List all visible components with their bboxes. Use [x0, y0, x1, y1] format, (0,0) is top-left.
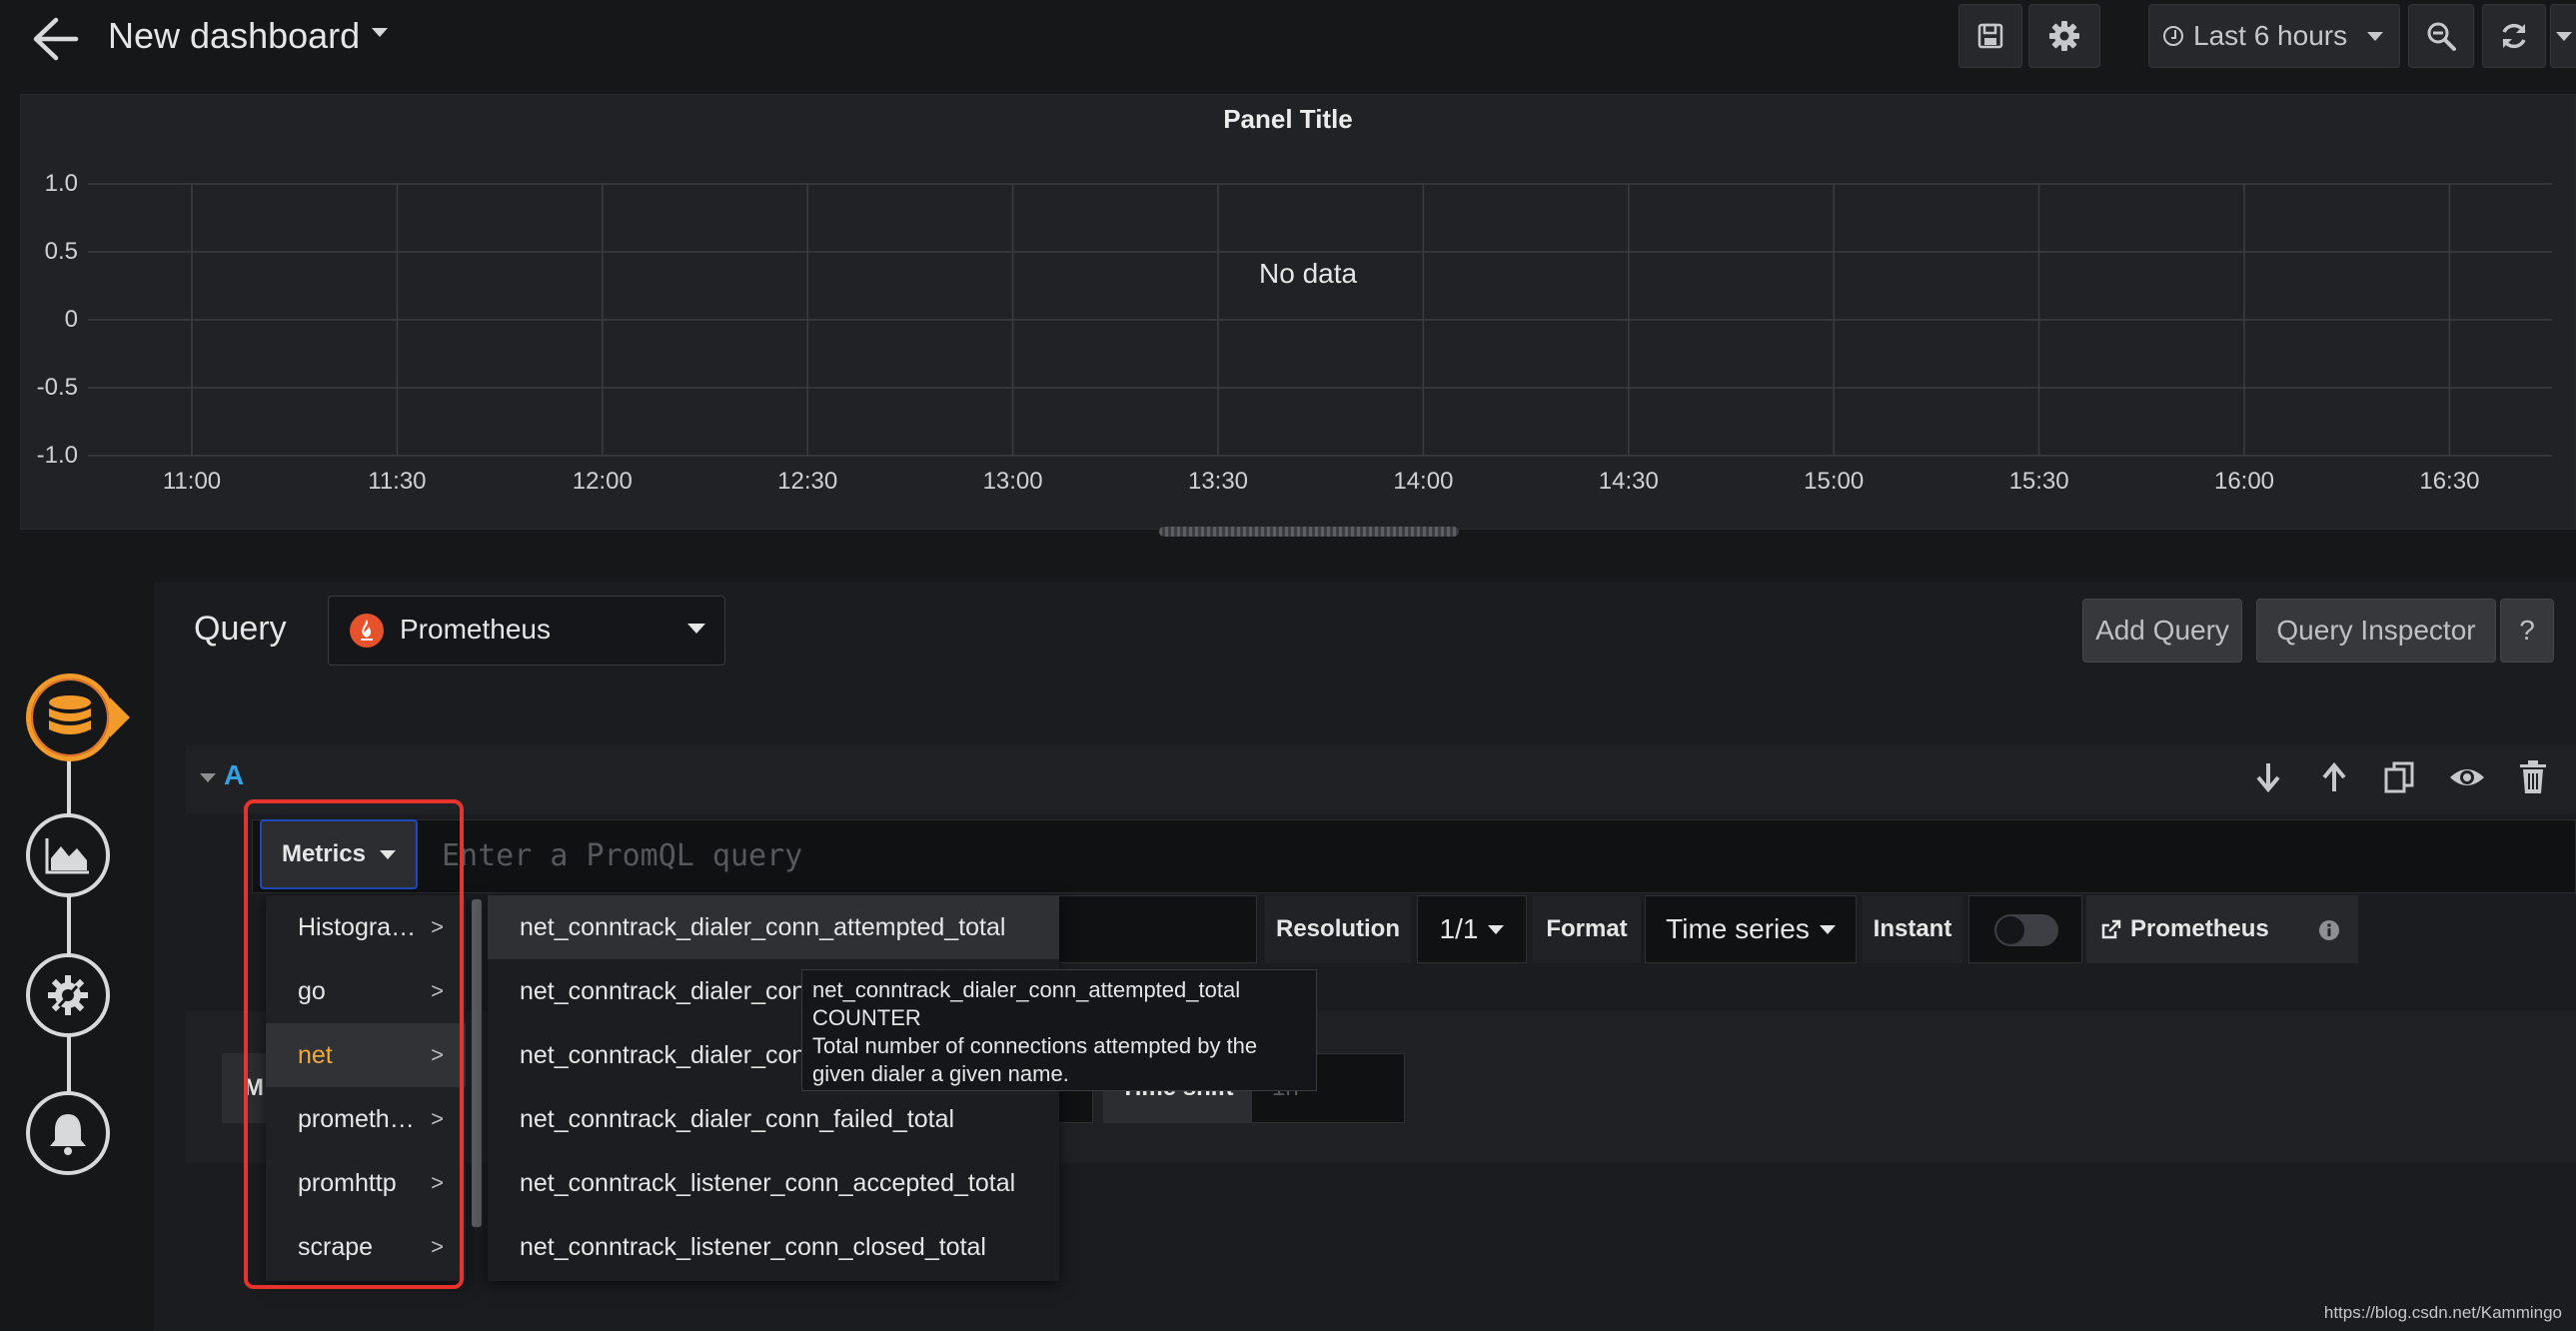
x-tick-label: 15:00 — [1804, 468, 1865, 495]
x-tick-label: 12:30 — [777, 468, 838, 495]
duplicate-icon[interactable] — [2382, 759, 2418, 795]
query-row-header — [186, 745, 2576, 813]
y-tick-label: -0.5 — [36, 374, 78, 401]
x-tick-label: 11:00 — [162, 468, 222, 495]
bell-icon — [50, 1114, 86, 1155]
highlight-annotation-box — [244, 799, 464, 1289]
database-icon — [49, 695, 91, 734]
metric-name: net_conntrack_dialer_conn — [520, 1040, 820, 1069]
instant-toggle-knob — [1996, 916, 2024, 944]
format-caret-icon — [1819, 924, 1836, 934]
prometheus-link-label: Prometheus — [2130, 915, 2269, 942]
x-tick-label: 14:30 — [1598, 468, 1659, 495]
watermark: https://blog.csdn.net/Kammingo — [2323, 1303, 2562, 1322]
metric-item[interactable]: net_conntrack_dialer_conn_attempted_tota… — [488, 895, 1059, 959]
resolution-label: Resolution — [1265, 895, 1411, 963]
y-tick-label: 0 — [64, 306, 78, 333]
area-chart-icon — [45, 838, 89, 874]
metric-name: net_conntrack_listener_conn_closed_total — [520, 1232, 986, 1261]
x-tick-label: 12:00 — [572, 468, 633, 495]
eye-icon[interactable] — [2448, 759, 2486, 795]
nav-connector-line — [67, 895, 71, 959]
tooltip-help-line-1: Total number of connections attempted by… — [812, 1033, 1258, 1058]
nav-visualization-tab[interactable] — [26, 813, 110, 897]
x-tick-label: 15:30 — [2008, 468, 2069, 495]
promql-input[interactable] — [440, 825, 2558, 885]
external-link-icon — [2101, 919, 2121, 939]
x-tick-label: 11:30 — [368, 468, 427, 495]
prometheus-flame-icon — [361, 620, 373, 641]
y-tick-label: -1.0 — [36, 442, 78, 469]
x-tick-label: 13:00 — [982, 468, 1043, 495]
help-button[interactable]: ? — [2500, 599, 2554, 663]
category-menu-scrollbar[interactable] — [472, 899, 482, 1227]
x-tick-label: 14:00 — [1393, 468, 1454, 495]
datasource-caret-icon — [687, 624, 705, 634]
nav-connector-line — [67, 757, 71, 817]
no-data-message: No data — [1259, 258, 1358, 289]
legend-input[interactable] — [1039, 895, 1257, 963]
move-up-icon[interactable] — [2316, 759, 2352, 795]
nav-connector-line — [67, 1035, 71, 1099]
active-tab-pointer-icon — [110, 697, 130, 737]
metric-name: net_conntrack_listener_conn_accepted_tot… — [520, 1168, 1016, 1197]
nav-alert-tab[interactable] — [26, 1091, 110, 1175]
tooltip-help-line-2: given dialer a given name. — [812, 1061, 1069, 1086]
panel-resize-handle[interactable] — [1159, 527, 1459, 537]
metric-tooltip: net_conntrack_dialer_conn_attempted_tota… — [801, 969, 1317, 1091]
resolution-caret-icon — [1488, 924, 1505, 934]
trash-icon[interactable] — [2516, 759, 2550, 795]
add-query-button[interactable]: Add Query — [2082, 599, 2242, 663]
resolution-select[interactable]: 1/1 — [1417, 895, 1527, 963]
info-icon[interactable] — [2318, 919, 2340, 941]
y-tick-label: 1.0 — [44, 170, 78, 197]
x-tick-label: 16:00 — [2213, 468, 2275, 495]
instant-label: Instant — [1863, 895, 1962, 963]
tooltip-metric-type: COUNTER — [812, 1005, 921, 1030]
collapse-caret-icon[interactable] — [200, 773, 216, 782]
move-down-icon[interactable] — [2250, 759, 2286, 795]
nav-queries-tab[interactable] — [26, 673, 114, 761]
datasource-name: Prometheus — [400, 614, 551, 645]
metric-item[interactable]: net_conntrack_listener_conn_closed_total — [488, 1215, 1059, 1279]
format-value: Time series — [1666, 913, 1810, 944]
x-tick-label: 13:30 — [1187, 468, 1249, 495]
nav-general-settings-tab[interactable] — [26, 953, 110, 1037]
y-tick-label: 0.5 — [44, 238, 78, 265]
resolution-value: 1/1 — [1439, 913, 1479, 944]
wrench-gear-icon — [48, 975, 88, 1015]
query-inspector-button[interactable]: Query Inspector — [2256, 599, 2496, 663]
query-heading: Query — [194, 610, 287, 648]
metric-name: net_conntrack_dialer_conn_attempted_tota… — [520, 912, 1006, 941]
metric-item[interactable]: net_conntrack_dialer_conn_failed_total — [488, 1087, 1059, 1151]
format-label: Format — [1533, 895, 1641, 963]
metric-name: net_conntrack_dialer_conn_failed_total — [520, 1104, 955, 1133]
metric-item[interactable]: net_conntrack_listener_conn_accepted_tot… — [488, 1151, 1059, 1215]
query-ref-id[interactable]: A — [224, 759, 244, 791]
metric-name: net_conntrack_dialer_conn — [520, 976, 820, 1005]
format-select[interactable]: Time series — [1645, 895, 1857, 963]
x-tick-label: 16:30 — [2419, 468, 2480, 495]
tooltip-metric-name: net_conntrack_dialer_conn_attempted_tota… — [812, 977, 1241, 1002]
